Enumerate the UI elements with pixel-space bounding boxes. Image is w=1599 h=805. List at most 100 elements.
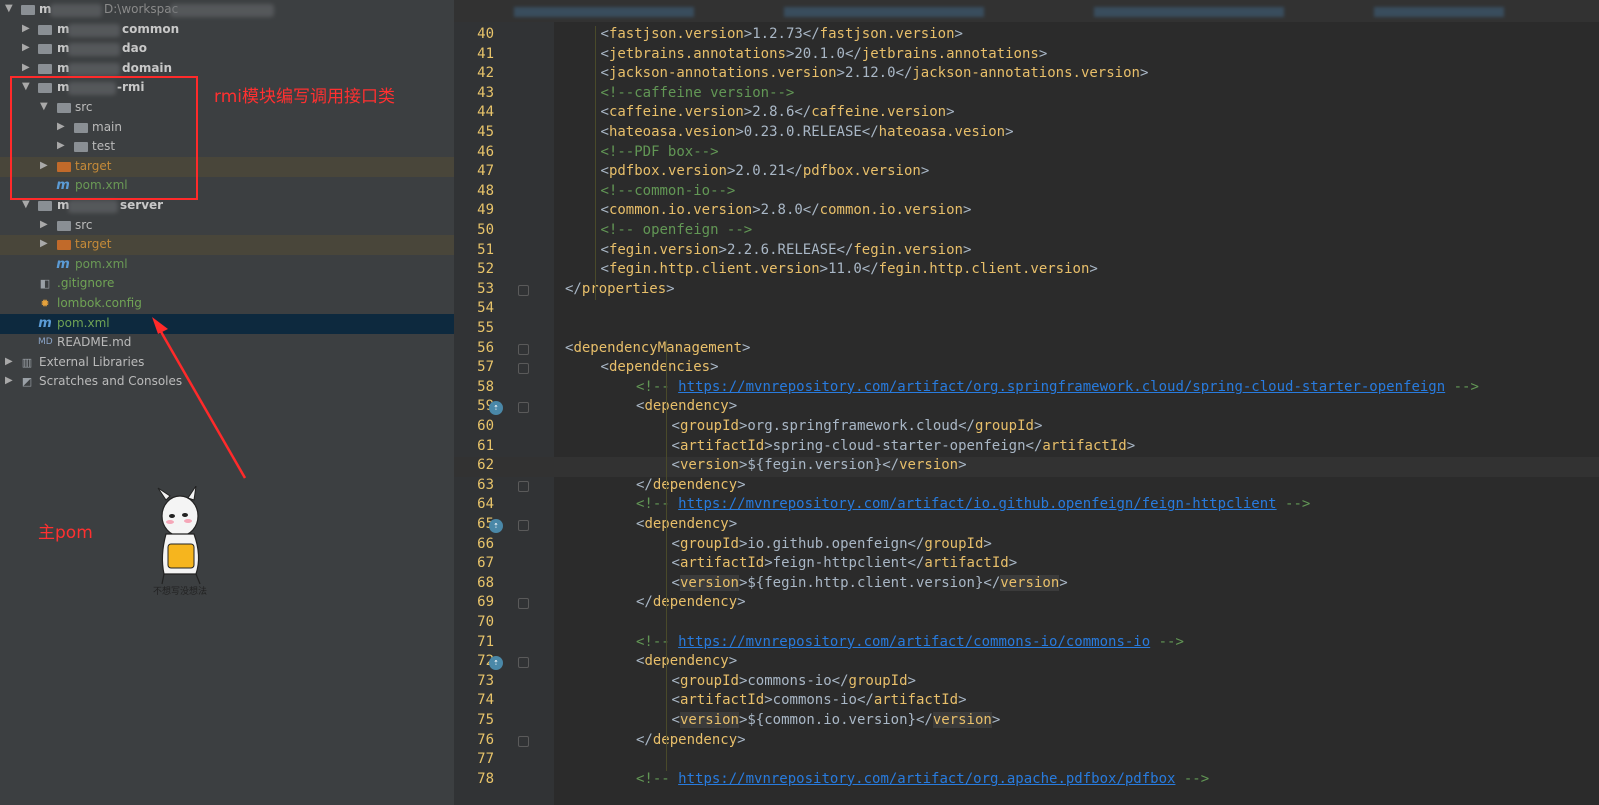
xml-tag-name: caffeine.version (608, 104, 744, 121)
xml-tag-name: groupId (924, 535, 984, 552)
code-line[interactable]: 51 <fegin.version>2.2.6.RELEASE</fegin.ve… (454, 242, 1599, 262)
code-line[interactable]: 61 <artifactId>spring-cloud-starter-openf… (454, 438, 1599, 458)
code-line[interactable]: 55 (454, 320, 1599, 340)
fold-marker-icon[interactable] (518, 402, 529, 414)
xml-text: > (666, 280, 675, 297)
url-link[interactable]: https://mvnrepository.com/artifact/org.s… (678, 379, 1445, 395)
fold-marker-icon[interactable] (518, 657, 529, 669)
code-line[interactable]: 54 (454, 300, 1599, 320)
fold-marker-icon[interactable] (518, 480, 529, 492)
url-link[interactable]: https://mvnrepository.com/artifact/io.gi… (678, 496, 1276, 512)
xml-tag-name: groupId (679, 418, 739, 434)
fold-marker-icon[interactable] (518, 598, 529, 610)
code-line[interactable]: 71 <!-- https://mvnrepository.com/artifac… (454, 634, 1599, 654)
code-line[interactable]: 53 </properties> (454, 281, 1599, 301)
fold-marker-icon[interactable] (518, 735, 529, 747)
line-number: 63 (477, 476, 494, 493)
xml-tag-name: hateoasa.vesion (608, 124, 736, 140)
url-link[interactable]: https://mvnrepository.com/artifact/commo… (678, 634, 1150, 650)
xml-tag-name: common.io.version (819, 202, 963, 219)
code-line[interactable]: 47 <pdfbox.version>2.0.21</pdfbox.version… (454, 163, 1599, 183)
code-line[interactable]: 76 </dependency> (454, 732, 1599, 752)
xml-text: >2.0.21</ (726, 163, 803, 180)
fold-marker-icon[interactable] (518, 363, 529, 375)
code-line[interactable]: 65 ⇡ <dependency> (454, 516, 1599, 536)
xml-bracket: < (671, 555, 680, 572)
project-tree-panel: ▼ m D:\workspac ▶ m common ▶ m dao ▶ m d… (0, 0, 460, 805)
fold-marker-icon[interactable] (518, 343, 529, 355)
code-line[interactable]: 70 (454, 614, 1599, 634)
dependency-gutter-icon[interactable]: ⇡ (489, 519, 503, 533)
code-line[interactable]: 68 <version>${fegin.http.client.version}<… (454, 574, 1599, 595)
code-line[interactable]: 41 <jetbrains.annotations>20.1.0</jetbrai… (454, 46, 1599, 66)
code-line[interactable]: 64 <!-- https://mvnrepository.com/artifac… (454, 496, 1599, 516)
code-line[interactable]: 44 <caffeine.version>2.8.6</caffeine.vers… (454, 104, 1599, 124)
xml-bracket: < (600, 104, 609, 121)
dependency-gutter-icon[interactable]: ⇡ (489, 656, 503, 671)
code-line[interactable]: 60 <groupId>org.springframework.cloud</gr… (454, 418, 1599, 438)
line-number: 43 (477, 84, 494, 101)
xml-tag-name: artifactId (679, 555, 765, 572)
code-line[interactable]: 56 <dependencyManagement> (454, 340, 1599, 360)
code-line[interactable]: 42 <jackson-annotations.version>2.12.0</j… (454, 65, 1599, 85)
code-line[interactable]: 77 (454, 751, 1599, 771)
code-line[interactable]: 52 <fegin.http.client.version>11.0</fegin… (454, 261, 1599, 281)
xml-tag-name: groupId (679, 672, 739, 689)
xml-bracket: < (600, 65, 609, 82)
xml-bracket: > (1126, 437, 1136, 454)
code-line[interactable]: 73 <groupId>commons-io</groupId> (454, 673, 1599, 693)
code-line[interactable]: 59 ⇡ <dependency> (454, 398, 1599, 418)
code-line[interactable]: 45 <hateoasa.vesion>0.23.0.RELEASE</hateo… (454, 124, 1599, 144)
xml-bracket: > (1008, 555, 1018, 572)
code-line[interactable]: 74 <artifactId>commons-io</artifactId> (454, 692, 1599, 712)
code-text: <dependencies> (601, 359, 719, 375)
code-line[interactable]: 46 <!--PDF box--> (454, 144, 1599, 164)
fold-marker-icon[interactable] (518, 284, 529, 296)
code-line[interactable]: 49 <common.io.version>2.8.0</common.io.ve… (454, 202, 1599, 222)
xml-tag-name: jetbrains.annotations (608, 45, 786, 62)
code-text: </properties> (565, 281, 675, 297)
xml-text: > (728, 516, 738, 532)
xml-bracket: </ (636, 476, 653, 493)
xml-text: >${common.io.version}</ (738, 712, 933, 728)
blurred-tab[interactable] (1374, 7, 1504, 17)
code-line[interactable]: 40 <fastjson.version>1.2.73</fastjson.ver… (454, 26, 1599, 46)
code-line[interactable]: 66 <groupId>io.github.openfeign</groupId> (454, 536, 1599, 556)
xml-tag-name: dependencyManagement (573, 339, 743, 356)
code-line[interactable]: 78 <!-- https://mvnrepository.com/artifac… (454, 771, 1599, 791)
xml-text: >2.2.6.RELEASE</ (718, 241, 854, 258)
code-line[interactable]: 72 ⇡ <dependency> (454, 653, 1599, 673)
indent-guide (665, 339, 667, 771)
code-line[interactable]: 43 <!--caffeine version--> (454, 85, 1599, 105)
fold-marker-icon[interactable] (518, 520, 529, 531)
dependency-gutter-icon[interactable]: ⇡ (489, 401, 503, 416)
code-line[interactable]: 57 <dependencies> (454, 359, 1599, 379)
xml-text: > (737, 594, 746, 611)
blurred-tab[interactable] (1094, 7, 1284, 17)
code-line[interactable]: 75 <version>${common.io.version}</version… (454, 712, 1599, 732)
code-text: <!-- https://mvnrepository.com/artifact/… (636, 379, 1479, 395)
blurred-tab[interactable] (514, 7, 694, 17)
line-number: 56 (477, 339, 494, 356)
code-line[interactable]: 50 <!-- openfeign --> (454, 222, 1599, 242)
xml-tag-name: caffeine.version (811, 104, 947, 121)
code-editor[interactable]: 40 <fastjson.version>1.2.73</fastjson.ver… (454, 0, 1599, 805)
code-line[interactable]: 58 <!-- https://mvnrepository.com/artifac… (454, 379, 1599, 399)
code-line[interactable]: 69 </dependency> (454, 594, 1599, 614)
line-number: 53 (477, 280, 494, 297)
blurred-tab[interactable] (784, 7, 984, 17)
code-text: <artifactId>feign-httpclient</artifactId… (672, 555, 1018, 571)
line-number: 77 (477, 751, 494, 768)
xml-text: >org.springframework.cloud</ (738, 418, 975, 434)
xml-tag-name: version (1000, 574, 1060, 591)
code-line[interactable]: 67 <artifactId>feign-httpclient</artifact… (454, 555, 1599, 575)
xml-bracket: < (600, 26, 609, 42)
code-line[interactable]: 63 </dependency> (454, 477, 1599, 497)
xml-tag-name: artifactId (679, 692, 765, 709)
code-line[interactable]: 62 <version>${fegin.version}</version> (454, 457, 1599, 477)
code-text: <groupId>io.github.openfeign</groupId> (672, 536, 992, 552)
code-text: <version>${fegin.version}</version> (672, 457, 967, 473)
url-link[interactable]: https://mvnrepository.com/artifact/org.a… (678, 771, 1175, 787)
xml-bracket: < (600, 359, 609, 376)
code-line[interactable]: 48 <!--common-io--> (454, 183, 1599, 203)
